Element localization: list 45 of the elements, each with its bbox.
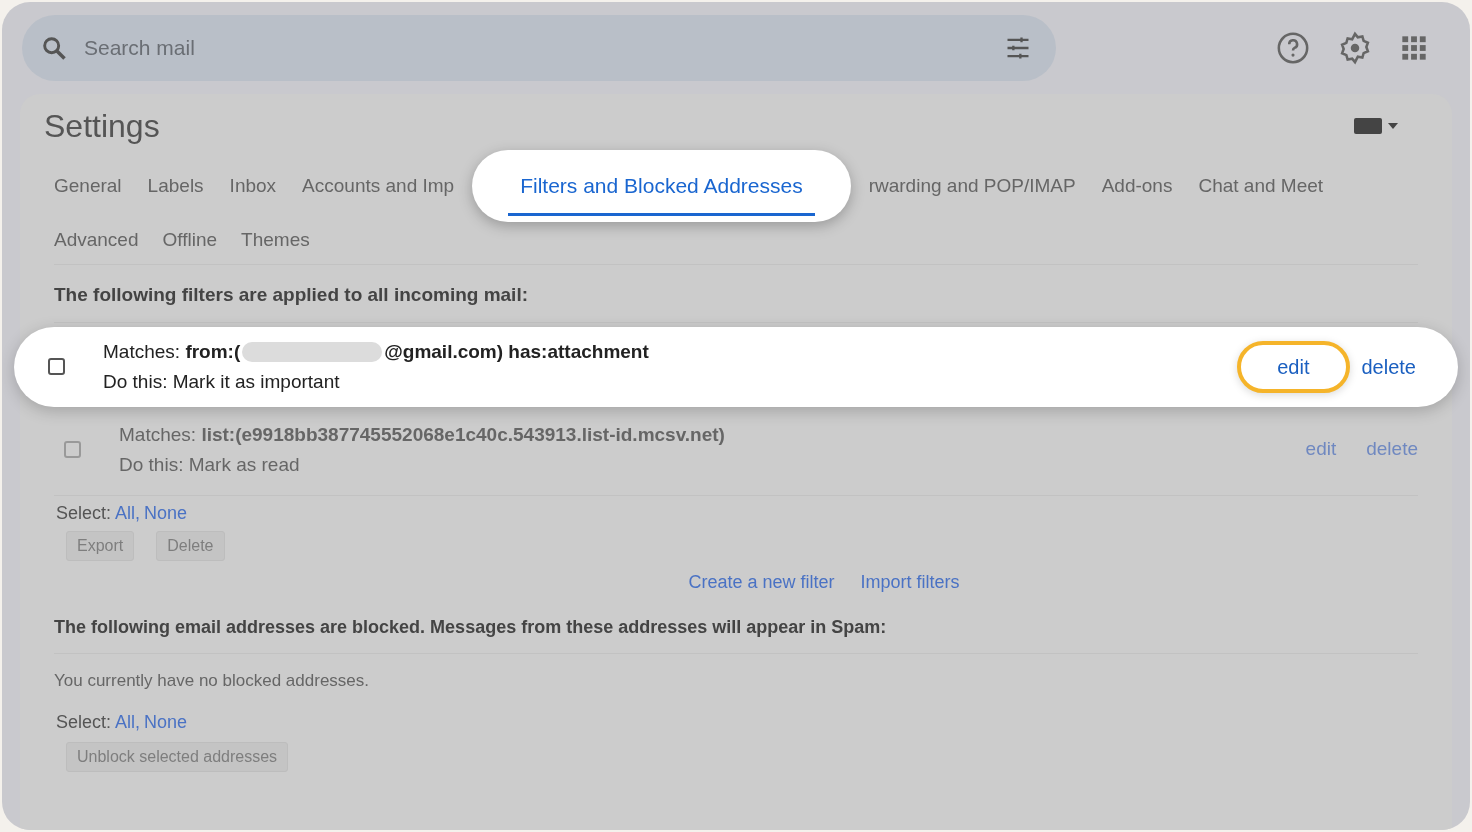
filter-link[interactable]: Create a new filter xyxy=(688,568,835,596)
tab[interactable]: Accounts and Imp xyxy=(302,171,455,201)
filter-link[interactable]: Import filters xyxy=(860,568,960,596)
section-heading: The following filters are applied to all incoming mail: xyxy=(53,283,529,307)
delete-link[interactable]: delete xyxy=(1361,351,1416,382)
select-link[interactable]: None xyxy=(144,499,188,527)
settings-icon[interactable] xyxy=(1338,31,1372,65)
edit-link[interactable]: edit xyxy=(1237,340,1350,393)
caret-icon xyxy=(1388,123,1398,129)
filter-criteria: Matches: from:( xyxy=(103,339,241,364)
filter-action: Do this: Mark it as important xyxy=(103,369,341,394)
tab[interactable]: Advanced xyxy=(54,225,139,255)
edit-link[interactable]: edit xyxy=(1297,435,1345,464)
checkbox[interactable] xyxy=(64,441,81,458)
select-link[interactable]: None xyxy=(144,709,188,736)
separator: , xyxy=(135,501,141,525)
select-link[interactable]: All xyxy=(115,499,136,527)
apps-grid-icon[interactable] xyxy=(1400,34,1428,62)
filter-criteria: @gmail.com) has:attachment xyxy=(384,339,649,364)
checkbox[interactable] xyxy=(48,358,65,375)
tab[interactable]: Chat and Meet xyxy=(1198,171,1324,201)
tab[interactable]: Add-ons xyxy=(1101,171,1173,201)
keyboard-dropdown[interactable] xyxy=(1354,117,1398,135)
page-title: Settings xyxy=(44,107,160,146)
tab[interactable]: Inbox xyxy=(229,171,277,201)
search-icon xyxy=(40,34,68,62)
tab[interactable]: Labels xyxy=(147,171,204,201)
section-heading: The following email addresses are blocked. Messages from these addresses will appear in Spam: xyxy=(53,615,888,639)
search-field[interactable]: Search mail xyxy=(84,32,988,64)
delete-link[interactable]: delete xyxy=(1366,435,1418,464)
empty-message: You currently have no blocked addresses. xyxy=(53,669,370,692)
filter-criteria: Matches: list:(e9918bb387745552068e1c40c.543913.list-id.mcsv.net) xyxy=(119,422,725,447)
tab[interactable]: Themes xyxy=(241,225,310,255)
separator: , xyxy=(135,711,141,734)
help-icon[interactable] xyxy=(1276,31,1310,65)
tab[interactable]: rwarding and POP/IMAP xyxy=(868,171,1076,201)
filter-action: Do this: Mark as read xyxy=(119,452,301,477)
select-label: Select: xyxy=(56,501,112,525)
tab[interactable]: Offline xyxy=(162,225,218,255)
select-link[interactable]: All xyxy=(115,709,136,736)
select-label: Select: xyxy=(56,711,112,734)
search-bar[interactable]: Search mail xyxy=(22,15,1056,81)
keyboard-icon xyxy=(1354,117,1382,135)
tab[interactable]: General xyxy=(54,171,122,201)
tab[interactable]: Filters and Blocked Addresses xyxy=(472,150,851,222)
